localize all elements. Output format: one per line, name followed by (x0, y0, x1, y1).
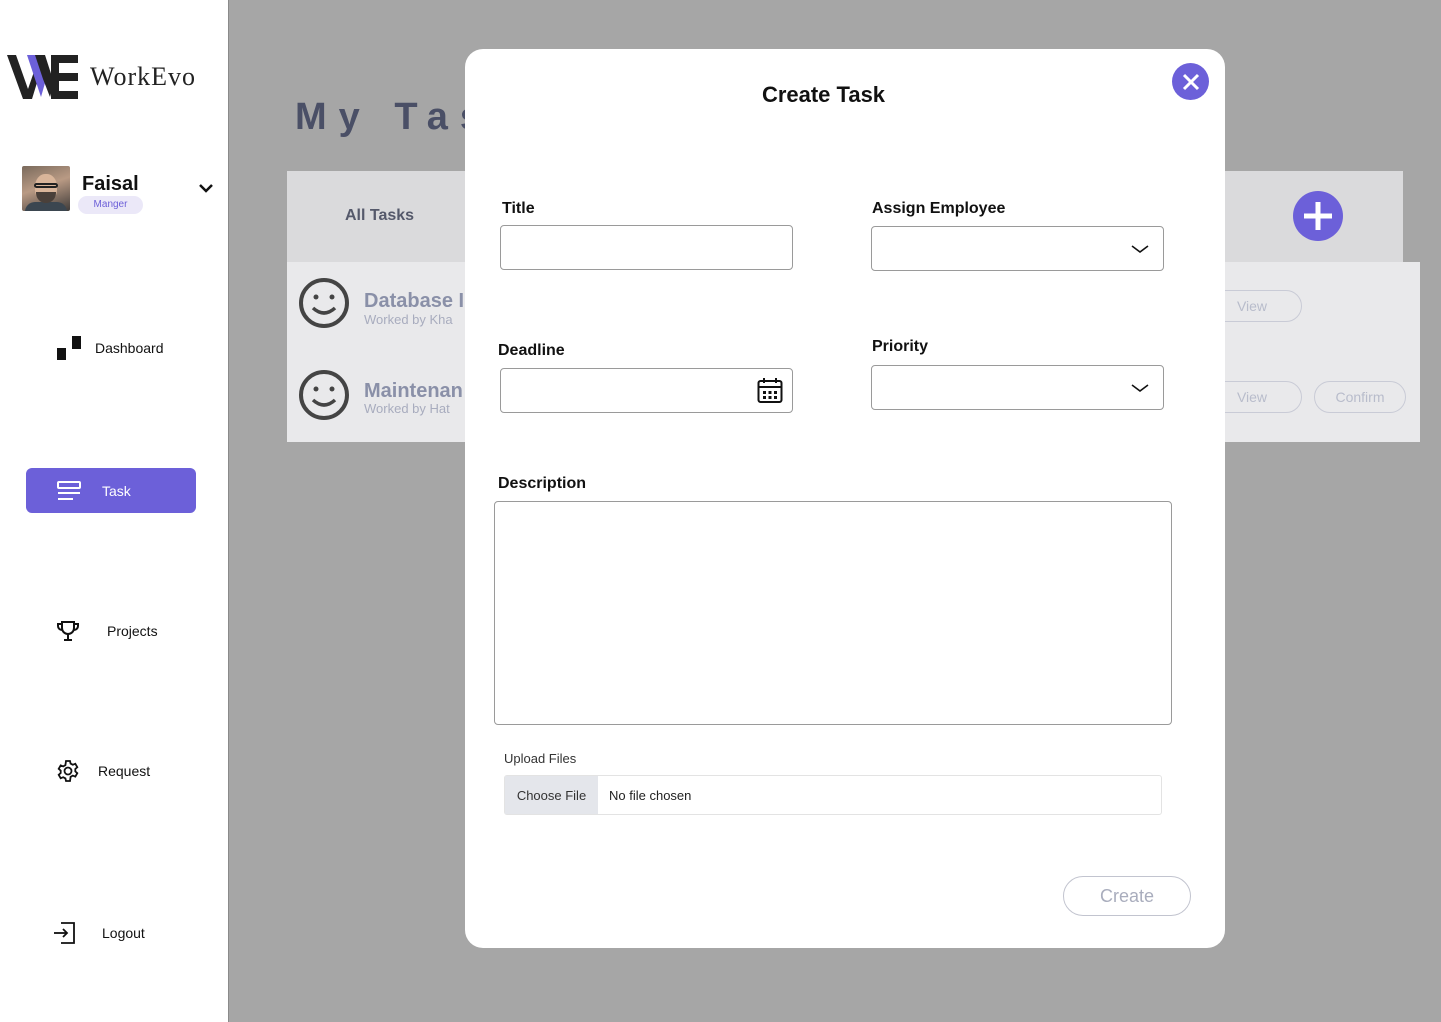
task-subtitle: Worked by Hat (364, 401, 450, 416)
brand-name: WorkEvo (90, 62, 196, 91)
task-title: Database I (364, 290, 465, 312)
file-status-text: No file chosen (609, 787, 692, 803)
create-button[interactable]: Create (1063, 876, 1191, 916)
sidebar-item-task[interactable]: Task (26, 468, 196, 513)
deadline-input[interactable] (500, 368, 793, 413)
dashboard-icon (55, 335, 81, 361)
workevo-logo-icon (7, 55, 78, 99)
task-subtitle: Worked by Kha (364, 312, 453, 327)
avatar (22, 166, 70, 211)
logout-icon (52, 920, 78, 946)
sidebar-item-label: Request (98, 763, 151, 779)
role-badge: Manger (78, 196, 143, 214)
sidebar-item-label: Projects (107, 623, 158, 639)
chevron-down-icon (1131, 384, 1149, 392)
file-upload-input[interactable]: Choose File No file chosen (504, 775, 1162, 815)
assign-employee-label: Assign Employee (872, 200, 1006, 217)
gear-icon (55, 758, 81, 784)
profile-card[interactable]: Faisal Manger (22, 166, 222, 216)
modal-title: Create Task (761, 82, 886, 107)
profile-name: Faisal (82, 173, 139, 195)
priority-label: Priority (872, 338, 929, 355)
title-input[interactable] (500, 225, 793, 270)
tab-all-tasks[interactable]: All Tasks (345, 207, 414, 225)
sidebar-item-label: Task (102, 482, 131, 499)
task-title: Maintenan (364, 380, 463, 402)
create-task-modal: Create Task Title Assign Employee Deadli… (465, 49, 1225, 948)
choose-file-button[interactable]: Choose File (505, 776, 598, 814)
close-button[interactable] (1172, 63, 1209, 100)
priority-select[interactable] (871, 365, 1164, 410)
sidebar-item-request[interactable]: Request (55, 758, 150, 784)
trophy-icon (55, 618, 81, 644)
assign-employee-select[interactable] (871, 226, 1164, 271)
sidebar-item-logout[interactable]: Logout (52, 920, 145, 946)
sidebar-item-dashboard[interactable]: Dashboard (55, 335, 164, 361)
smiley-icon (299, 370, 349, 420)
sidebar-item-projects[interactable]: Projects (55, 618, 158, 644)
brand-logo[interactable]: WorkEvo (7, 52, 207, 102)
sidebar-item-label: Dashboard (95, 340, 164, 356)
calendar-icon[interactable] (757, 377, 783, 404)
chevron-down-icon[interactable] (196, 178, 216, 198)
description-textarea[interactable] (494, 501, 1172, 725)
close-icon (1182, 73, 1199, 90)
confirm-button[interactable]: Confirm (1314, 381, 1406, 413)
task-list-icon (56, 478, 82, 504)
chevron-down-icon (1131, 245, 1149, 253)
smiley-icon (299, 278, 349, 328)
description-label: Description (498, 475, 587, 492)
title-label: Title (502, 200, 535, 217)
sidebar: WorkEvo Faisal Manger Dashboard Task Pro… (0, 0, 229, 1022)
add-task-button[interactable] (1293, 191, 1343, 241)
sidebar-item-label: Logout (102, 925, 145, 941)
page-title: My Tas (295, 96, 494, 138)
upload-files-label: Upload Files (504, 751, 577, 766)
deadline-label: Deadline (498, 342, 565, 359)
plus-icon (1304, 202, 1332, 230)
